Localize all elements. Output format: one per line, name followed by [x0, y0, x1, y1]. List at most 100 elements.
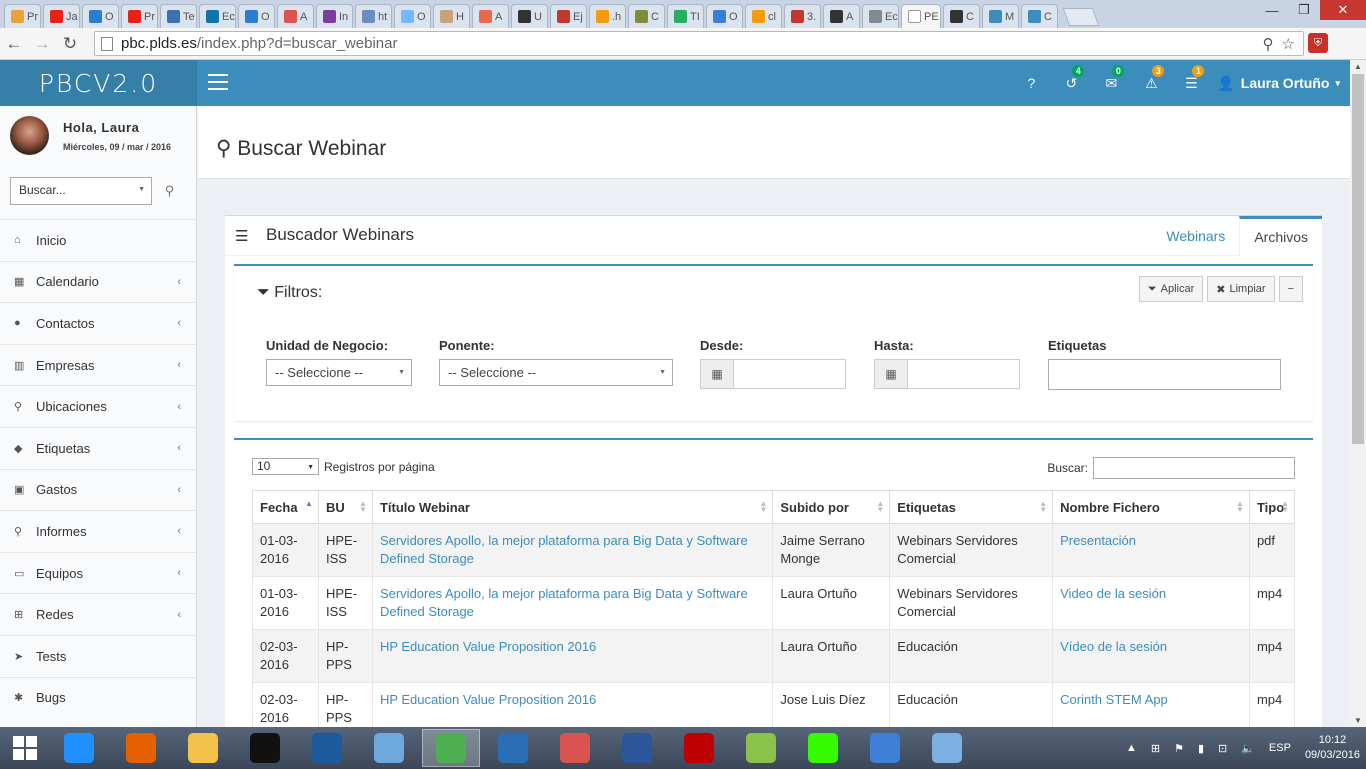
- user-menu[interactable]: 👤 Laura Ortuño ▾: [1217, 75, 1340, 92]
- browser-tab[interactable]: C: [943, 4, 980, 28]
- scroll-down-icon[interactable]: ▼: [1354, 716, 1362, 725]
- unidad-select[interactable]: -- Seleccione --: [266, 359, 412, 386]
- alert-icon[interactable]: ⚠ 3: [1131, 64, 1171, 92]
- table-link-titulo[interactable]: HP Education Value Proposition 2016: [380, 639, 596, 654]
- browser-tab[interactable]: Ej: [550, 4, 587, 28]
- remote-desktop-taskbar-button[interactable]: [484, 729, 542, 767]
- sidebar-search-select[interactable]: Buscar...: [10, 177, 152, 205]
- sidebar-item-redes[interactable]: ⊞ Redes ‹: [0, 593, 197, 635]
- column-header-6[interactable]: Tipo ▲ ▼: [1248, 490, 1296, 524]
- command-prompt-taskbar-button[interactable]: [236, 729, 294, 767]
- scroll-up-icon[interactable]: ▲: [1354, 62, 1362, 71]
- column-header-1[interactable]: BU ▲ ▼: [317, 490, 373, 524]
- browser-tab[interactable]: A: [472, 4, 509, 28]
- table-link-fichero[interactable]: Video de la sesión: [1060, 586, 1166, 601]
- bookmark-star-icon[interactable]: ☆: [1282, 35, 1295, 53]
- filezilla-taskbar-button[interactable]: [670, 729, 728, 767]
- browser-tab[interactable]: A: [277, 4, 314, 28]
- word-taskbar-button[interactable]: [608, 729, 666, 767]
- action-center-icon[interactable]: ⊞: [1151, 742, 1160, 755]
- sidebar-item-calendario[interactable]: ▦ Calendario ‹: [0, 260, 197, 303]
- column-header-3[interactable]: Subido por ▲ ▼: [772, 490, 891, 524]
- browser-tab[interactable]: U: [511, 4, 548, 28]
- extension-shield-icon[interactable]: ⛨: [1308, 33, 1328, 53]
- browser-tab[interactable]: Ec: [199, 4, 236, 28]
- sidebar-item-informes[interactable]: ⚲ Informes ‹: [0, 510, 197, 552]
- browser-tab[interactable]: PE✕: [901, 4, 941, 28]
- hasta-input[interactable]: [908, 359, 1020, 389]
- new-tab-button[interactable]: [1062, 8, 1100, 26]
- flag-icon[interactable]: ⚑: [1174, 742, 1184, 755]
- url-field[interactable]: pbc.plds.es/index.php?d=buscar_webinar ⚲…: [94, 31, 1304, 56]
- scrollbar-thumb[interactable]: [1352, 74, 1364, 444]
- dreamweaver-taskbar-button[interactable]: [794, 729, 852, 767]
- column-header-0[interactable]: Fecha ▲: [252, 490, 319, 524]
- ponente-select[interactable]: -- Seleccione --: [439, 359, 673, 386]
- sidebar-item-equipos[interactable]: ▭ Equipos ‹: [0, 551, 197, 594]
- browser-tab[interactable]: C: [1021, 4, 1058, 28]
- browser-tab[interactable]: A: [823, 4, 860, 28]
- browser-tab[interactable]: O: [706, 4, 743, 28]
- snipping-tool-taskbar-button[interactable]: [546, 729, 604, 767]
- browser-tab[interactable]: O: [82, 4, 119, 28]
- page-length-select[interactable]: 10: [252, 458, 319, 475]
- table-link-fichero[interactable]: Vídeo de la sesión: [1060, 639, 1167, 654]
- reload-button[interactable]: ↻: [56, 34, 84, 54]
- browser-tab[interactable]: .h: [589, 4, 626, 28]
- browser-tab[interactable]: TI: [667, 4, 704, 28]
- tab-archivos[interactable]: Archivos: [1239, 216, 1322, 256]
- sidebar-item-inicio[interactable]: ⌂ Inicio: [0, 219, 197, 261]
- table-link-fichero[interactable]: Presentación: [1060, 533, 1136, 548]
- browser-tab[interactable]: cl: [745, 4, 782, 28]
- browser-tab[interactable]: H: [433, 4, 470, 28]
- table-link-fichero[interactable]: Corinth STEM App: [1060, 692, 1168, 707]
- notepadpp-taskbar-button[interactable]: [732, 729, 790, 767]
- table-search-input[interactable]: [1093, 457, 1295, 479]
- browser-tab[interactable]: O: [238, 4, 275, 28]
- sidebar-item-gastos[interactable]: ▣ Gastos ‹: [0, 468, 197, 511]
- network-status-icon[interactable]: ⊡: [1218, 742, 1227, 755]
- search-icon[interactable]: ⚲: [152, 177, 187, 205]
- chrome-taskbar-button[interactable]: [422, 729, 480, 767]
- browser-tab[interactable]: ht: [355, 4, 392, 28]
- column-header-4[interactable]: Etiquetas ▲ ▼: [889, 490, 1054, 524]
- browser-tab[interactable]: O: [394, 4, 431, 28]
- virtualbox-taskbar-button[interactable]: [298, 729, 356, 767]
- browser-tab[interactable]: C: [628, 4, 665, 28]
- mail-icon[interactable]: ✉ 0: [1091, 64, 1131, 92]
- browser-tab[interactable]: Ec: [862, 4, 899, 28]
- zoom-search-icon[interactable]: ⚲: [1263, 35, 1274, 53]
- start-button[interactable]: [0, 727, 50, 769]
- column-header-5[interactable]: Nombre Fichero ▲ ▼: [1052, 490, 1250, 524]
- clock[interactable]: 10:12 09/03/2016: [1305, 733, 1360, 763]
- browser-tab[interactable]: 3.: [784, 4, 821, 28]
- calendar-icon[interactable]: ▦: [700, 359, 734, 389]
- sidebar-item-bugs[interactable]: ✱ Bugs: [0, 676, 197, 719]
- browser-tab[interactable]: M: [982, 4, 1019, 28]
- sidebar-item-tests[interactable]: ➤ Tests: [0, 634, 197, 677]
- page-scrollbar[interactable]: ▲ ▼: [1350, 60, 1366, 727]
- sidebar-item-empresas[interactable]: ▥ Empresas ‹: [0, 343, 197, 386]
- table-link-titulo[interactable]: Servidores Apollo, la mejor plataforma p…: [380, 533, 748, 566]
- browser-tab[interactable]: Ja: [43, 4, 80, 28]
- etiquetas-input[interactable]: [1048, 359, 1281, 390]
- table-link-titulo[interactable]: Servidores Apollo, la mejor plataforma p…: [380, 586, 748, 619]
- history-icon[interactable]: ↺ 4: [1051, 64, 1091, 92]
- browser-tab[interactable]: Pr: [4, 4, 41, 28]
- maximize-button[interactable]: ❐: [1288, 0, 1320, 20]
- sidebar-item-etiquetas[interactable]: ◆ Etiquetas ‹: [0, 426, 197, 469]
- network-taskbar-button[interactable]: [360, 729, 418, 767]
- back-button[interactable]: ←: [0, 34, 28, 54]
- calendar-icon[interactable]: ▦: [874, 359, 908, 389]
- browser-tab[interactable]: In: [316, 4, 353, 28]
- sidebar-item-ubicaciones[interactable]: ⚲ Ubicaciones ‹: [0, 385, 197, 427]
- desde-input[interactable]: [734, 359, 846, 389]
- profile-button[interactable]: [1224, 0, 1256, 20]
- sidebar-toggle-icon[interactable]: [208, 74, 228, 90]
- firefox-taskbar-button[interactable]: [112, 729, 170, 767]
- file-explorer-taskbar-button[interactable]: [174, 729, 232, 767]
- paint-taskbar-button[interactable]: [918, 729, 976, 767]
- internet-explorer-taskbar-button[interactable]: [50, 729, 108, 767]
- column-header-2[interactable]: Título Webinar ▲ ▼: [371, 490, 774, 524]
- minimize-button[interactable]: —: [1256, 0, 1288, 20]
